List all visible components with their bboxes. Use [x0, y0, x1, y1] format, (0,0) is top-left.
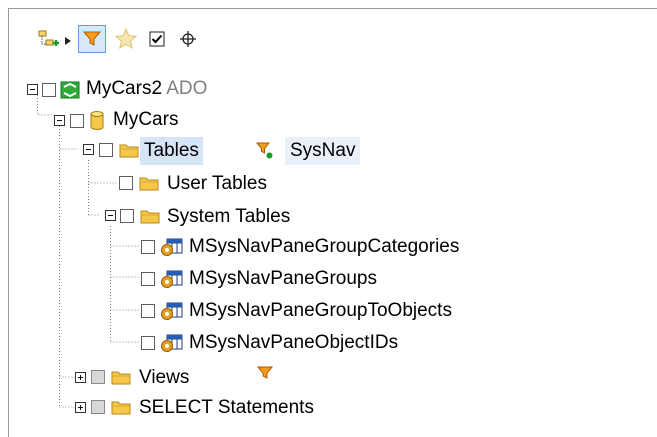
system-table-icon — [160, 237, 184, 257]
folder-icon — [119, 142, 139, 158]
tree-node-system-tables[interactable]: System Tables — [9, 201, 409, 231]
node-checkbox[interactable] — [91, 400, 105, 414]
node-checkbox[interactable] — [42, 83, 56, 97]
system-table-icon — [160, 269, 184, 289]
tree-node-tables[interactable]: Tables SysNav — [9, 137, 429, 167]
tree-node-system-table[interactable]: MSysNavPaneGroupToObjects — [9, 296, 569, 326]
tree-node-database[interactable]: MyCars — [9, 104, 409, 134]
tree-node-system-table[interactable]: MSysNavPaneGroupCategories — [9, 232, 569, 262]
node-label: Tables — [140, 137, 203, 165]
tree-node-views[interactable]: Views — [9, 362, 409, 392]
tree-node-select-statements[interactable]: SELECT Statements — [9, 393, 409, 423]
tree-node-user-tables[interactable]: User Tables — [9, 169, 409, 199]
node-checkbox[interactable] — [141, 304, 155, 318]
collapse-toggle[interactable] — [27, 84, 38, 95]
node-label: MyCars2 — [86, 78, 163, 99]
node-checkbox[interactable] — [120, 209, 134, 223]
system-table-icon — [160, 333, 184, 353]
connection-type: ADO — [166, 78, 208, 99]
node-label: User Tables — [167, 173, 267, 194]
node-checkbox[interactable] — [141, 272, 155, 286]
folder-icon — [140, 208, 160, 224]
node-label: MyCars — [113, 109, 179, 130]
tree-node-datasource[interactable]: MyCars2 ADO — [9, 75, 409, 105]
node-label: MSysNavPaneGroupToObjects — [189, 300, 452, 321]
node-label: MSysNavPaneObjectIDs — [189, 332, 399, 353]
database-explorer-panel: MyCars2 ADO MyCars Tables SysNav User Ta… — [8, 8, 657, 437]
filter-applied-icon — [257, 366, 273, 380]
node-label: MSysNavPaneGroups — [189, 268, 377, 289]
folder-icon — [139, 175, 159, 191]
node-label: System Tables — [167, 206, 291, 227]
folder-icon — [111, 399, 131, 415]
filter-text[interactable]: SysNav — [285, 137, 361, 165]
tree-node-system-table[interactable]: MSysNavPaneGroups — [9, 263, 569, 293]
system-table-icon — [160, 301, 184, 321]
collapse-toggle[interactable] — [83, 144, 94, 155]
filter-applied-icon — [256, 142, 274, 160]
collapse-toggle[interactable] — [54, 115, 65, 126]
node-checkbox[interactable] — [141, 240, 155, 254]
database-icon — [90, 111, 104, 130]
node-checkbox[interactable] — [91, 370, 105, 384]
datasource-icon — [60, 81, 80, 99]
node-label: SELECT Statements — [139, 397, 314, 418]
expand-toggle[interactable] — [75, 372, 86, 383]
folder-icon — [111, 369, 131, 385]
node-checkbox[interactable] — [141, 336, 155, 350]
node-checkbox[interactable] — [70, 114, 84, 128]
node-label: Views — [139, 367, 190, 388]
object-tree: MyCars2 ADO MyCars Tables SysNav User Ta… — [9, 9, 657, 437]
node-label: MSysNavPaneGroupCategories — [189, 236, 460, 257]
node-checkbox[interactable] — [119, 176, 133, 190]
collapse-toggle[interactable] — [105, 210, 116, 221]
node-checkbox[interactable] — [99, 143, 113, 157]
tree-node-system-table[interactable]: MSysNavPaneObjectIDs — [9, 327, 569, 357]
expand-toggle[interactable] — [75, 402, 86, 413]
